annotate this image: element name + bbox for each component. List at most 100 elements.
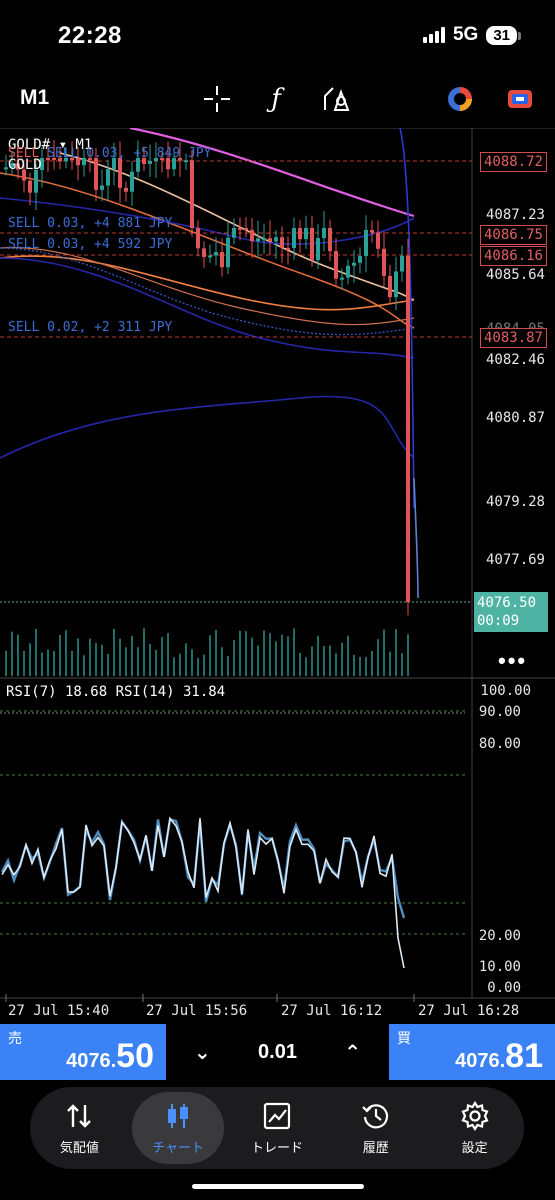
volume-bar xyxy=(323,646,325,676)
rsi-level-label: 10.00 xyxy=(478,959,521,975)
candle-body xyxy=(322,228,326,239)
nav-quotes[interactable]: 気配値 xyxy=(33,1092,125,1164)
volume-bar xyxy=(77,638,79,676)
volume-bar xyxy=(5,650,7,676)
volume-bar xyxy=(299,652,301,676)
price-axis-label: 4087.23 xyxy=(485,207,545,223)
volume-bar xyxy=(53,651,55,676)
volume-bar xyxy=(35,628,37,676)
volume-bar xyxy=(329,645,331,676)
volume-bar xyxy=(131,635,133,676)
volume-bar xyxy=(311,646,313,676)
timeframe-button[interactable]: M1 xyxy=(20,86,49,110)
volume-bar xyxy=(137,647,139,676)
order-label[interactable]: SELL 0.02, +2 311 JPY xyxy=(8,320,172,335)
candle-body xyxy=(34,170,38,193)
candle-body xyxy=(148,160,152,165)
one-click-trade-icon[interactable] xyxy=(502,82,538,116)
sell-label: 売 xyxy=(8,1030,22,1046)
time-axis-label: 27 Jul 15:40 xyxy=(8,1003,110,1019)
nav-history[interactable]: 履歴 xyxy=(330,1092,422,1164)
lot-size-value[interactable]: 0.01 xyxy=(258,1041,297,1064)
volume-bar xyxy=(245,631,247,676)
crosshair-icon[interactable] xyxy=(199,82,235,116)
candle-body xyxy=(190,160,194,228)
order-label[interactable]: SELL 0.03, +4 592 JPY xyxy=(8,237,172,252)
candle-body xyxy=(274,237,278,242)
volume-bar xyxy=(161,637,163,676)
candle-body xyxy=(304,228,308,240)
candle-body xyxy=(238,228,242,230)
status-time: 22:28 xyxy=(58,22,122,49)
volume-bar xyxy=(17,634,19,676)
moving-average-lines xyxy=(0,128,419,599)
signal-icon xyxy=(422,27,445,43)
nav-settings[interactable]: 設定 xyxy=(429,1092,521,1164)
rsi7-line xyxy=(1,816,405,969)
volume-bar xyxy=(251,637,253,676)
volume-bar xyxy=(143,628,145,676)
sell-price: 4076.50 xyxy=(66,1037,154,1075)
volume-bar xyxy=(89,638,91,676)
gear-icon xyxy=(461,1100,489,1131)
candle-body xyxy=(244,228,248,230)
candle-body xyxy=(262,238,266,241)
candle-body xyxy=(280,237,284,248)
rsi-level-label: 90.00 xyxy=(478,704,521,720)
volume-bar xyxy=(305,657,307,676)
more-menu-icon[interactable]: ••• xyxy=(498,648,527,674)
volume-bar xyxy=(149,643,151,676)
candle-body xyxy=(124,187,128,192)
volume-bar xyxy=(155,650,157,676)
status-indicators: 5G 31 xyxy=(422,24,521,46)
rsi-title: RSI(7) 18.68 RSI(14) 31.84 xyxy=(6,684,226,700)
candle-body xyxy=(232,228,236,238)
volume-bar xyxy=(341,642,343,676)
volume-bar xyxy=(119,638,121,676)
current-price-tag: 4076.50 00:09 xyxy=(474,592,548,632)
volume-bars xyxy=(5,628,409,676)
account-icon[interactable] xyxy=(442,82,478,116)
volume-bar xyxy=(353,654,355,676)
candle-body xyxy=(316,238,320,261)
nav-chart[interactable]: チャート xyxy=(132,1092,225,1164)
lot-size-control: ⌄ 0.01 ⌃ xyxy=(166,1024,389,1080)
quotes-icon xyxy=(67,1103,92,1128)
volume-bar xyxy=(221,647,223,676)
volume-bar xyxy=(71,650,73,676)
volume-bar xyxy=(203,654,205,676)
candle-body xyxy=(226,237,230,268)
volume-bar xyxy=(197,657,199,676)
decrease-lot-button[interactable]: ⌄ xyxy=(194,1040,211,1065)
home-indicator xyxy=(192,1184,364,1189)
indicator-function-icon[interactable]: ƒ xyxy=(258,82,294,116)
buy-button[interactable]: 買 4076.81 xyxy=(389,1024,555,1080)
volume-bar xyxy=(125,647,127,676)
network-type: 5G xyxy=(452,24,479,45)
candle-body xyxy=(118,158,122,188)
candle-body xyxy=(292,228,296,249)
candle-body xyxy=(298,228,302,240)
increase-lot-button[interactable]: ⌃ xyxy=(344,1040,361,1065)
volume-bar xyxy=(83,655,85,676)
rsi-level-label: 0.00 xyxy=(487,980,521,996)
price-chart[interactable] xyxy=(0,128,555,1003)
candle-body xyxy=(340,277,344,280)
rsi-level-label: 20.00 xyxy=(478,928,521,944)
candle-body xyxy=(202,248,206,258)
drawing-objects-icon[interactable] xyxy=(318,82,354,116)
volume-bar xyxy=(101,644,103,676)
order-label[interactable]: SELL 0.03, +4 881 JPY xyxy=(8,216,172,231)
volume-bar xyxy=(113,628,115,676)
candle-body xyxy=(256,238,260,242)
candle-body xyxy=(364,229,368,257)
candle-body xyxy=(250,229,254,242)
order-label[interactable]: SELL SELL 0.03, +5 849 JPY xyxy=(8,146,212,161)
nav-trade[interactable]: トレード xyxy=(231,1092,323,1164)
candle-body xyxy=(370,229,374,233)
volume-bar xyxy=(383,629,385,676)
candle-body xyxy=(394,271,398,298)
sell-button[interactable]: 売 4076.50 xyxy=(0,1024,166,1080)
candle-body xyxy=(310,228,314,261)
volume-bar xyxy=(95,643,97,676)
